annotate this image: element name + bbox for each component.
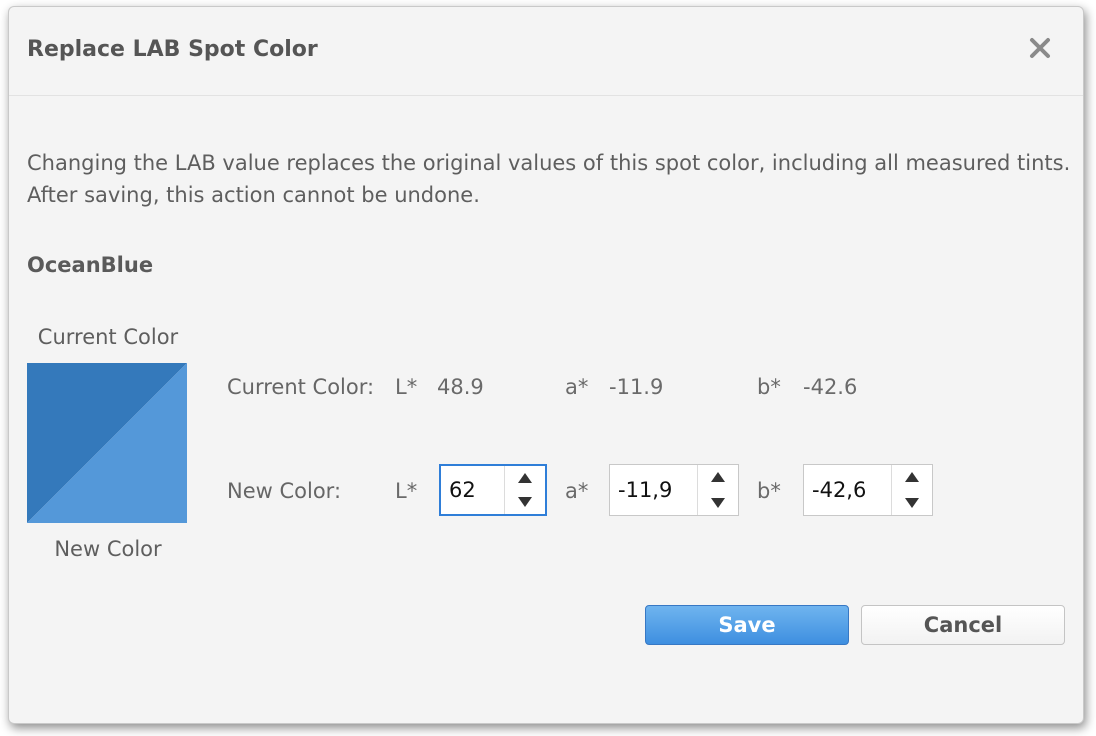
current-b-label: b*: [757, 375, 781, 399]
a-decrement-button[interactable]: [698, 490, 738, 515]
current-b-value: -42.6: [803, 375, 858, 399]
arrow-up-icon: [518, 473, 532, 483]
new-a-label: a*: [565, 479, 589, 503]
cancel-button[interactable]: Cancel: [861, 605, 1065, 645]
a-stepper[interactable]: [609, 464, 739, 516]
swatch-current-label: Current Color: [37, 325, 179, 349]
close-button[interactable]: [1025, 33, 1055, 63]
dialog-description: Changing the LAB value replaces the orig…: [27, 147, 1077, 211]
b-decrement-button[interactable]: [892, 490, 932, 515]
new-l-label: L*: [395, 479, 418, 503]
arrow-down-icon: [518, 497, 532, 507]
save-button[interactable]: Save: [645, 605, 849, 645]
current-a-value: -11.9: [609, 375, 664, 399]
b-increment-button[interactable]: [892, 465, 932, 490]
a-stepper-arrows: [697, 465, 738, 515]
dialog-title: Replace LAB Spot Color: [27, 37, 318, 62]
b-stepper[interactable]: [803, 464, 933, 516]
l-stepper[interactable]: [439, 464, 547, 516]
current-l-value: 48.9: [437, 375, 484, 399]
arrow-down-icon: [711, 498, 725, 508]
a-increment-button[interactable]: [698, 465, 738, 490]
swatch-new-label: New Color: [54, 537, 162, 561]
l-stepper-arrows: [504, 466, 545, 514]
spot-color-name: OceanBlue: [27, 253, 154, 277]
l-input[interactable]: [449, 466, 501, 514]
arrow-up-icon: [711, 472, 725, 482]
l-decrement-button[interactable]: [505, 490, 545, 514]
current-color-label: Current Color:: [227, 375, 375, 399]
b-input[interactable]: [812, 465, 888, 515]
current-a-label: a*: [565, 375, 589, 399]
l-increment-button[interactable]: [505, 466, 545, 490]
arrow-down-icon: [905, 498, 919, 508]
close-icon: [1030, 38, 1050, 58]
replace-lab-dialog: Replace LAB Spot Color Changing the LAB …: [8, 6, 1084, 724]
new-b-label: b*: [757, 479, 781, 503]
arrow-up-icon: [905, 472, 919, 482]
current-l-label: L*: [395, 375, 418, 399]
header-divider: [9, 95, 1083, 96]
color-comparison-swatch: [27, 363, 187, 523]
b-stepper-arrows: [891, 465, 932, 515]
new-color-label: New Color:: [227, 479, 342, 503]
description-line-2: After saving, this action cannot be undo…: [27, 183, 480, 207]
a-input[interactable]: [618, 465, 694, 515]
description-line-1: Changing the LAB value replaces the orig…: [27, 151, 1071, 175]
